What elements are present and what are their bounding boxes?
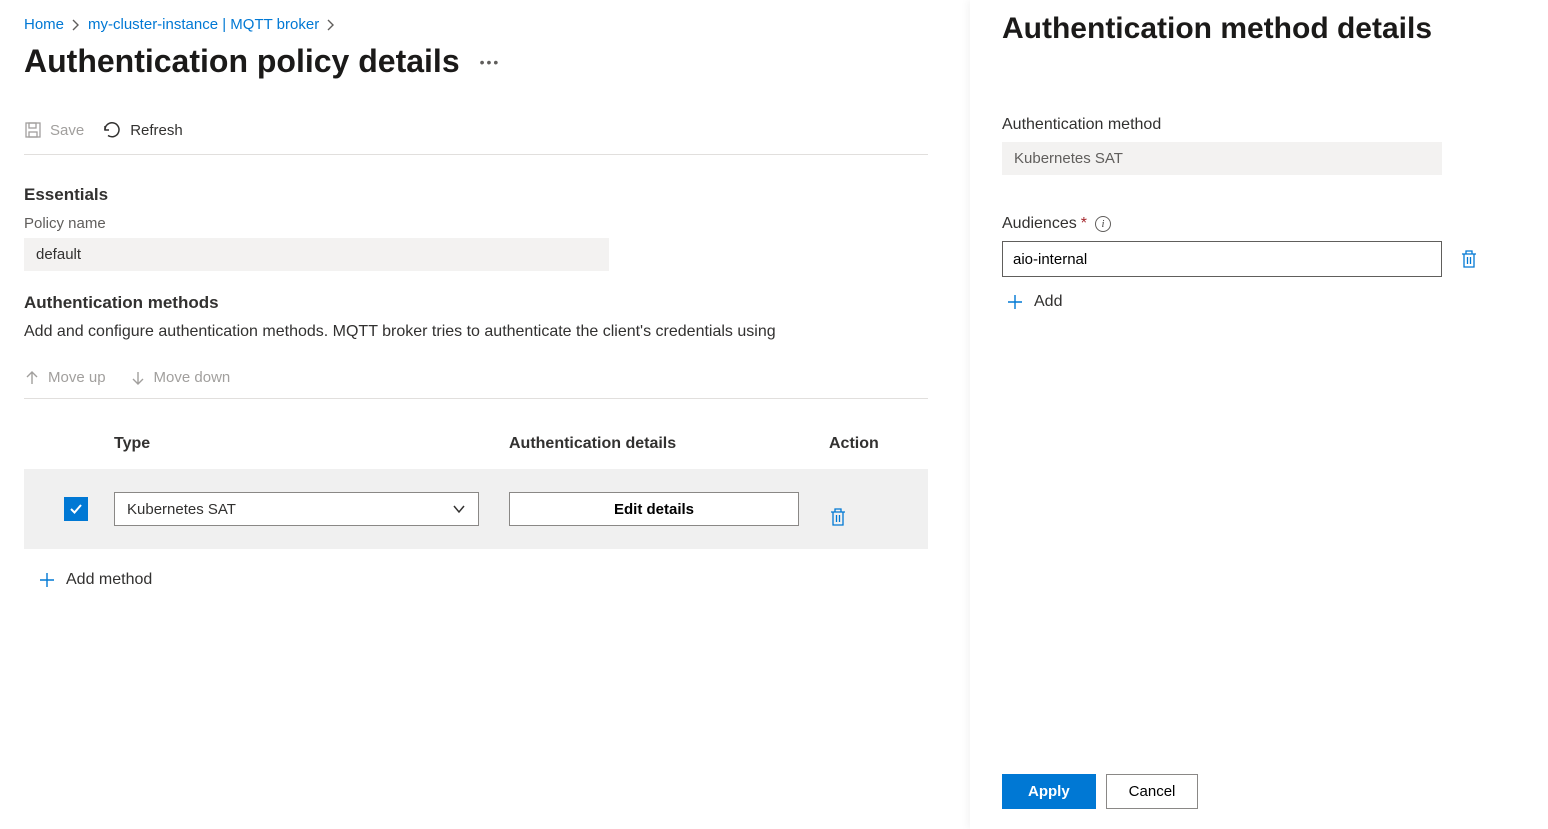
details-panel: Authentication method details Authentica… [970,0,1548,829]
chevron-down-icon [452,504,466,514]
audiences-label: Audiences [1002,215,1077,233]
policy-name-value: default [24,238,609,271]
type-select[interactable]: Kubernetes SAT [114,492,479,526]
chevron-right-icon [72,19,80,31]
save-icon [24,121,42,139]
move-down-button[interactable]: Move down [130,369,231,386]
save-button[interactable]: Save [24,121,84,139]
audience-input[interactable] [1002,241,1442,277]
type-select-value: Kubernetes SAT [127,501,236,518]
move-up-label: Move up [48,369,106,386]
refresh-button[interactable]: Refresh [102,120,183,140]
arrow-down-icon [130,370,146,386]
plus-icon [38,571,56,589]
refresh-label: Refresh [130,122,183,139]
arrow-up-icon [24,370,40,386]
cancel-button[interactable]: Cancel [1106,774,1199,809]
breadcrumb-home[interactable]: Home [24,16,64,33]
chevron-right-icon [327,19,335,31]
move-down-label: Move down [154,369,231,386]
panel-title: Authentication method details [1002,12,1512,46]
auth-method-label: Authentication method [1002,116,1512,134]
auth-method-value: Kubernetes SAT [1002,142,1442,175]
column-type: Type [114,435,509,453]
refresh-icon [102,120,122,140]
add-audience-button[interactable]: Add [1006,293,1512,311]
info-icon[interactable]: i [1095,216,1111,232]
save-label: Save [50,122,84,139]
delete-icon[interactable] [829,507,909,527]
row-checkbox[interactable] [64,497,88,521]
move-up-button[interactable]: Move up [24,369,106,386]
delete-audience-icon[interactable] [1460,249,1478,269]
breadcrumb-cluster[interactable]: my-cluster-instance | MQTT broker [88,16,319,33]
table-header: Type Authentication details Action [24,399,928,469]
table-row: Kubernetes SAT Edit details [24,469,928,549]
column-details: Authentication details [509,435,829,453]
column-action: Action [829,435,909,453]
edit-details-button[interactable]: Edit details [509,492,799,526]
apply-button[interactable]: Apply [1002,774,1096,809]
page-title: Authentication policy details [24,43,460,80]
add-method-label: Add method [66,571,152,589]
more-actions-button[interactable]: ••• [480,54,501,70]
plus-icon [1006,293,1024,311]
required-indicator: * [1081,215,1087,233]
add-audience-label: Add [1034,293,1062,311]
